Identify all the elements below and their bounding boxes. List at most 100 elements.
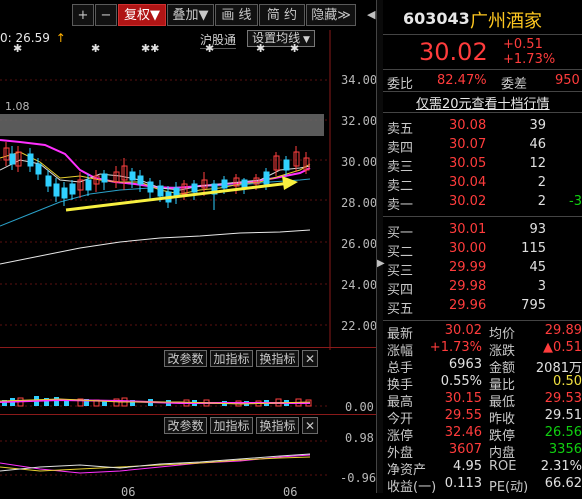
ma-line-long (0, 229, 311, 265)
quote-header: 603043 广州酒家 (383, 0, 582, 35)
price-tick: 34.00 (341, 73, 378, 87)
order-row[interactable]: 买四 29.98 3 (383, 277, 582, 298)
order-row[interactable]: 买一 30.01 93 (383, 220, 582, 241)
stock-name: 广州酒家 (470, 11, 542, 32)
indicator-tick-bottom: -0.96 (340, 471, 377, 485)
zoom-out-button[interactable]: − (95, 4, 117, 26)
volume-edit-params-button[interactable]: 改参数 (164, 350, 207, 367)
indicator-close-button[interactable]: ✕ (302, 417, 318, 434)
indicator-add-button[interactable]: 加指标 (210, 417, 253, 434)
chart-area[interactable]: + − 复权▼ 叠加▼ 画 线 简 约 隐藏≫ 0: 26.59 ↑ 沪股通 设… (0, 0, 378, 499)
date-label: 06 (283, 485, 298, 499)
diejia-button[interactable]: 叠加▼ (167, 4, 214, 26)
date-label: 06 (121, 485, 136, 499)
order-volume: 45 (529, 260, 546, 275)
volume-close-button[interactable]: ✕ (302, 350, 318, 367)
stock-code: 603043 (403, 9, 470, 28)
volume-bars (0, 396, 330, 407)
price-tick: 30.00 (341, 155, 378, 169)
weibi-label: 委比 (387, 77, 414, 92)
order-volume: 2 (537, 175, 546, 190)
stat-value: ▲0.51 (543, 340, 582, 355)
simple-mode-button[interactable]: 简 约 (259, 4, 305, 26)
stat-value: 3607 (448, 442, 482, 457)
stat-value: 29.89 (544, 323, 582, 338)
order-volume: 2 (537, 194, 546, 209)
indicator-switch-button[interactable]: 换指标 (256, 417, 299, 434)
weicha-label: 委差 (501, 77, 528, 92)
indicator-panel[interactable]: 改参数 加指标 换指标 ✕ 0.98 -0.96 06 06 (0, 414, 377, 499)
stat-value: 29.53 (544, 391, 582, 406)
sell-levels: 卖五 30.08 39 卖四 30.07 46 卖三 30.05 12 卖二 30.04 2 卖… (383, 114, 582, 214)
price-tick: 32.00 (341, 114, 378, 128)
highlight-band (0, 114, 324, 136)
stat-value: 0.50 (553, 374, 582, 389)
price-tick: 24.00 (341, 278, 378, 292)
order-row[interactable]: 卖三 30.05 12 (383, 154, 582, 175)
stats-row: 净资产 4.95 ROE 2.31% (383, 458, 582, 478)
order-price: 30.00 (449, 241, 487, 256)
stat-value: 6963 (448, 357, 482, 372)
indicator-edit-params-button[interactable]: 改参数 (164, 417, 207, 434)
order-volume: 39 (529, 118, 546, 133)
draw-line-button[interactable]: 画 线 (215, 4, 258, 26)
order-price: 30.08 (449, 118, 487, 133)
order-row[interactable]: 买五 29.96 795 (383, 296, 582, 317)
order-price: 29.99 (449, 260, 487, 275)
order-price: 29.96 (449, 298, 487, 313)
stats-row: 外盘 3607 内盘 3356 (383, 441, 582, 461)
stat-value: 4.95 (453, 459, 482, 474)
weicha-value: 950 (555, 73, 580, 88)
order-row[interactable]: 买二 30.00 115 (383, 239, 582, 260)
nav-prev-icon[interactable]: ◀ (367, 8, 375, 21)
order-price: 29.98 (449, 279, 487, 294)
stats-row: 最高 30.15 最低 29.53 (383, 390, 582, 410)
volume-add-indicator-button[interactable]: 加指标 (210, 350, 253, 367)
order-price: 30.04 (449, 175, 487, 190)
order-change: -3 (569, 194, 582, 209)
hide-panel-button[interactable]: 隐藏≫ (306, 4, 356, 26)
stat-value: 26.56 (544, 425, 582, 440)
order-volume: 795 (521, 298, 546, 313)
order-price: 30.01 (449, 222, 487, 237)
order-row[interactable]: 买三 29.99 45 (383, 258, 582, 279)
panel-splitter[interactable]: ▶ (376, 0, 385, 493)
order-row[interactable]: 卖二 30.04 2 (383, 173, 582, 194)
order-price: 30.05 (449, 156, 487, 171)
stat-value: 29.51 (544, 408, 582, 423)
order-row[interactable]: 卖五 30.08 39 (383, 116, 582, 137)
stat-label: 收益(一) (387, 480, 437, 495)
volume-panel[interactable]: 改参数 加指标 换指标 ✕ 0.00 (0, 347, 376, 416)
order-volume: 12 (529, 156, 546, 171)
price-tick: 26.00 (341, 237, 378, 251)
order-label: 卖一 (387, 198, 414, 213)
price-change: +0.51 (503, 37, 543, 52)
stat-value: 30.02 (444, 323, 482, 338)
order-price: 30.02 (449, 194, 487, 209)
stat-value: 29.55 (444, 408, 482, 423)
stats-row: 收益(一) 0.113 PE(动) 66.62 (383, 475, 582, 495)
stat-value: 3356 (548, 442, 582, 457)
fuquan-button[interactable]: 复权▼ (118, 4, 166, 26)
stats-row: 今开 29.55 昨收 29.51 (383, 407, 582, 427)
stat-value: 66.62 (544, 476, 582, 491)
stats-grid: 最新 30.02 均价 29.89 涨幅 +1.73% 涨跌 ▲0.51 总手 6963 金额 208… (383, 322, 582, 495)
order-row[interactable]: 卖四 30.07 46 (383, 135, 582, 156)
price-chart[interactable] (0, 30, 376, 350)
zoom-in-button[interactable]: + (72, 4, 94, 26)
stats-row: 最新 30.02 均价 29.89 (383, 322, 582, 342)
volume-switch-indicator-button[interactable]: 换指标 (256, 350, 299, 367)
stat-label: PE(动) (489, 480, 529, 495)
stat-label: ROE (489, 459, 517, 474)
trend-arrow-head (282, 176, 298, 190)
stat-value: 0.113 (444, 476, 482, 491)
indicator-lines (0, 440, 330, 476)
stat-value: 30.15 (444, 391, 482, 406)
quote-panel: 603043 广州酒家 30.02 +0.51 +1.73% 委比 82.47%… (383, 0, 582, 495)
order-row[interactable]: 卖一 30.02 2 -3 (383, 192, 582, 213)
order-price: 30.07 (449, 137, 487, 152)
stat-value: 0.55% (440, 374, 482, 389)
level10-promo-link[interactable]: 仅需20元查看十档行情 (416, 93, 550, 112)
price-change-pct: +1.73% (503, 52, 556, 67)
indicator-tick-top: 0.98 (345, 431, 374, 445)
